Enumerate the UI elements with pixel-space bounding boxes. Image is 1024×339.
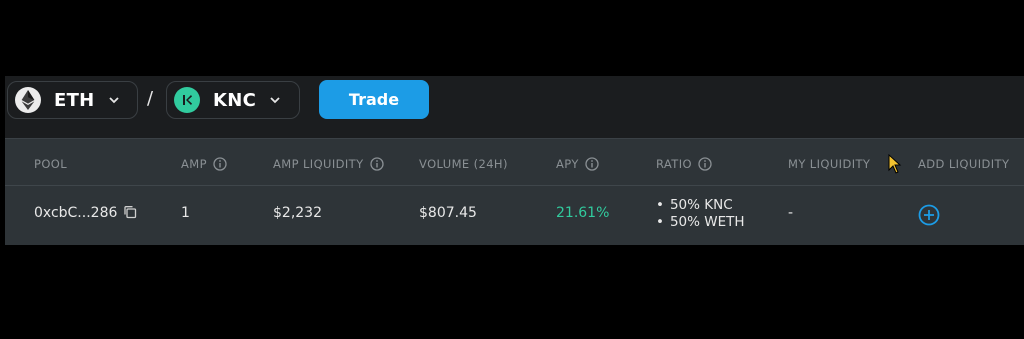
quote-token-select[interactable]: KNC [166, 81, 300, 119]
quote-token-symbol: KNC [213, 89, 257, 111]
header-add-liquidity: ADD LIQUIDITY [918, 157, 1010, 171]
header-apy: APY [556, 157, 599, 171]
header-pool: POOL [34, 157, 68, 171]
info-icon[interactable] [369, 157, 384, 171]
table-row: 0xcbC...286 1 $2,232 $807.45 21.61% 50% … [5, 186, 1024, 244]
ratio-item: 50% KNC [656, 197, 745, 214]
chevron-down-icon [107, 93, 121, 107]
eth-icon [15, 87, 41, 113]
header-amp: AMP [181, 157, 227, 171]
table-header: POOL AMP AMP LIQUIDITY VOLUME (24H) APY [5, 139, 1024, 186]
base-token-select[interactable]: ETH [7, 81, 138, 119]
header-ratio: RATIO [656, 157, 712, 171]
amp-liquidity-value: $2,232 [273, 205, 322, 221]
ratio-list: 50% KNC 50% WETH [656, 197, 745, 231]
info-icon[interactable] [698, 157, 712, 171]
header-volume: VOLUME (24H) [419, 157, 508, 171]
my-liquidity-value: - [788, 205, 794, 221]
trade-button[interactable]: Trade [319, 80, 429, 119]
info-icon[interactable] [585, 157, 599, 171]
info-icon[interactable] [213, 157, 227, 171]
pool-table: POOL AMP AMP LIQUIDITY VOLUME (24H) APY [5, 138, 1024, 245]
header-amp-liquidity: AMP LIQUIDITY [273, 157, 384, 171]
header-my-liquidity: MY LIQUIDITY [788, 157, 871, 171]
copy-icon[interactable] [123, 205, 137, 219]
pool-address[interactable]: 0xcbC...286 [34, 205, 137, 221]
base-token-symbol: ETH [54, 89, 95, 111]
add-liquidity-button[interactable] [918, 204, 940, 226]
volume-value: $807.45 [419, 205, 477, 221]
apy-value: 21.61% [556, 205, 610, 221]
pair-separator: / [147, 88, 154, 109]
chevron-down-icon [268, 93, 282, 107]
pair-toolbar: ETH / KNC Trade [5, 76, 1024, 134]
ratio-item: 50% WETH [656, 214, 745, 231]
pool-explorer: ETH / KNC Trade POOL AMP AMP LIQUIDITY V… [5, 76, 1024, 245]
mouse-cursor-icon [888, 154, 902, 174]
amp-value: 1 [181, 205, 190, 221]
knc-icon [174, 87, 200, 113]
